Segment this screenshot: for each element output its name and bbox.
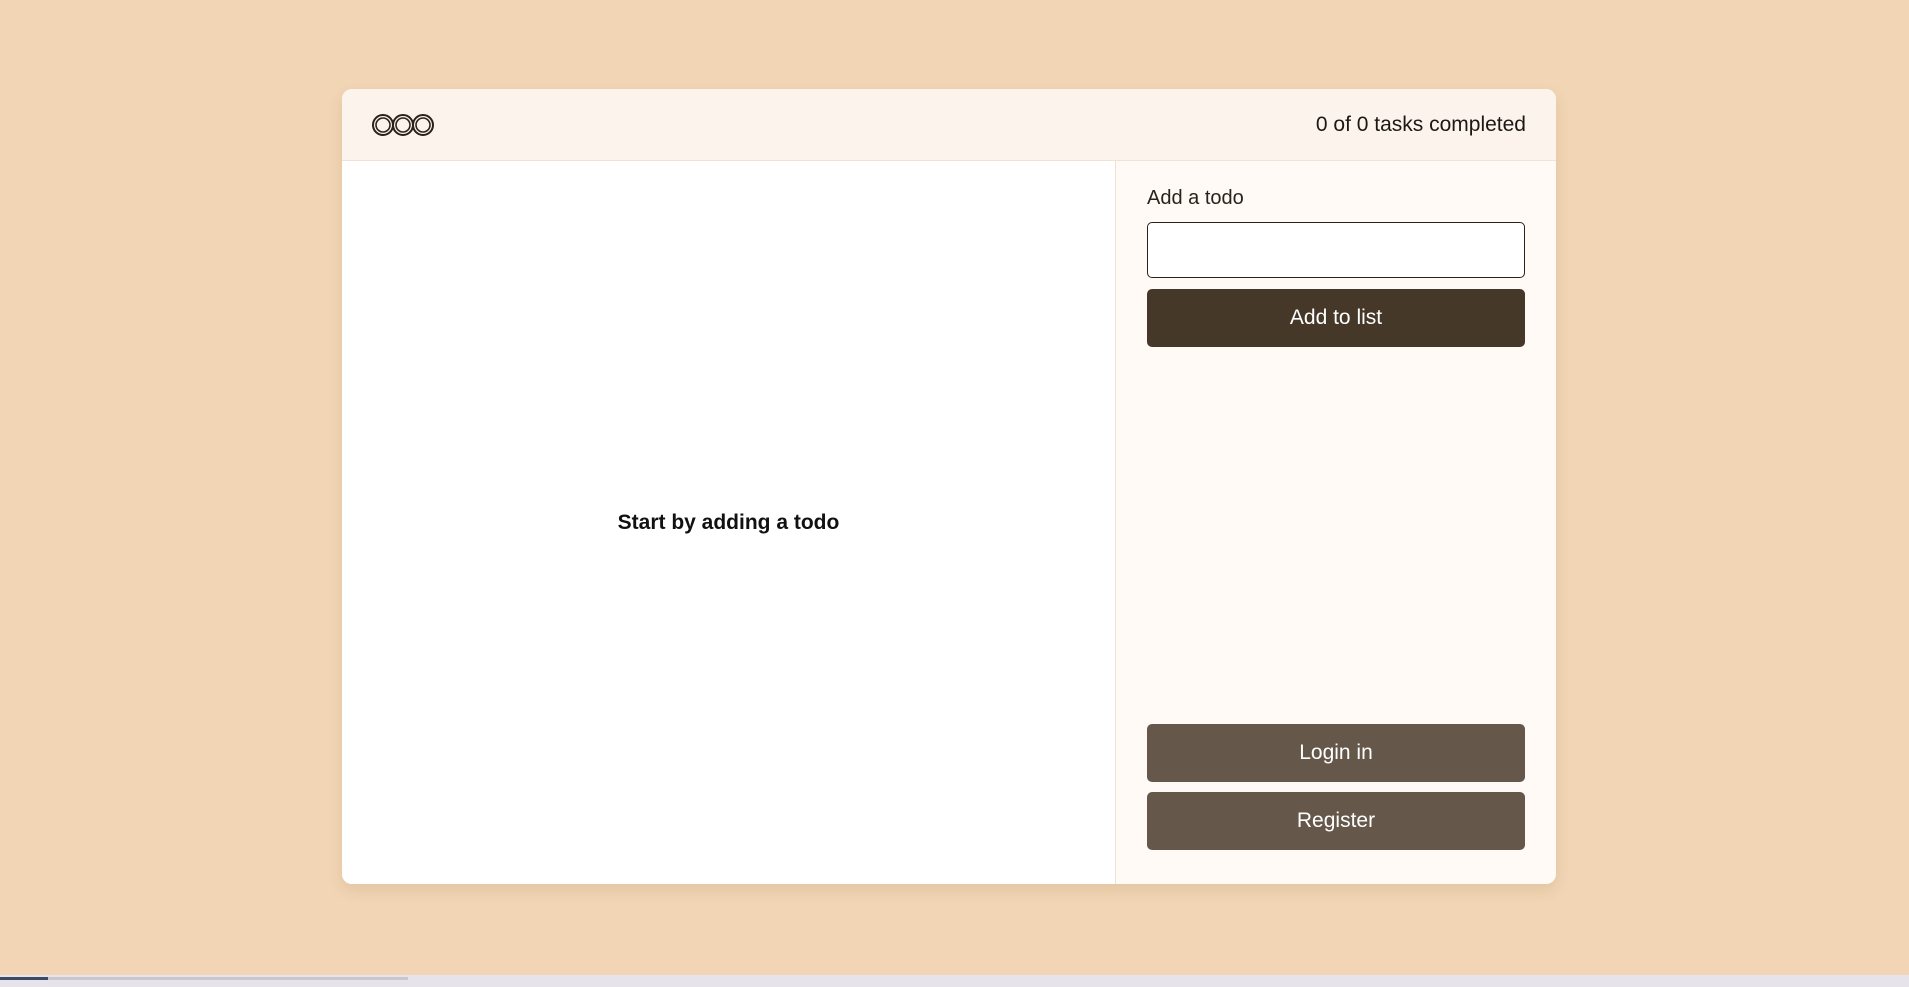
strip-segment-active [0, 977, 48, 980]
page-scrollbar-track[interactable] [1899, 0, 1909, 975]
card-body: Start by adding a todo Add a todo Add to… [342, 161, 1556, 884]
add-to-list-button[interactable]: Add to list [1147, 289, 1525, 347]
add-todo-label: Add a todo [1147, 187, 1244, 209]
sidebar-panel: Add a todo Add to list Login in Register [1116, 161, 1556, 884]
auth-buttons: Login in Register [1147, 724, 1525, 850]
bottom-status-strip [0, 975, 1909, 987]
todo-input[interactable] [1147, 222, 1525, 278]
empty-list-message: Start by adding a todo [617, 510, 840, 534]
todo-card: 0 of 0 tasks completed Start by adding a… [342, 89, 1556, 884]
three-rings-logo-icon [372, 112, 434, 138]
login-button[interactable]: Login in [1147, 724, 1525, 782]
todo-list-pane: Start by adding a todo [342, 161, 1116, 884]
tasks-completed-counter: 0 of 0 tasks completed [1315, 112, 1526, 136]
strip-segment [48, 977, 408, 980]
register-button[interactable]: Register [1147, 792, 1525, 850]
card-header: 0 of 0 tasks completed [342, 89, 1556, 161]
